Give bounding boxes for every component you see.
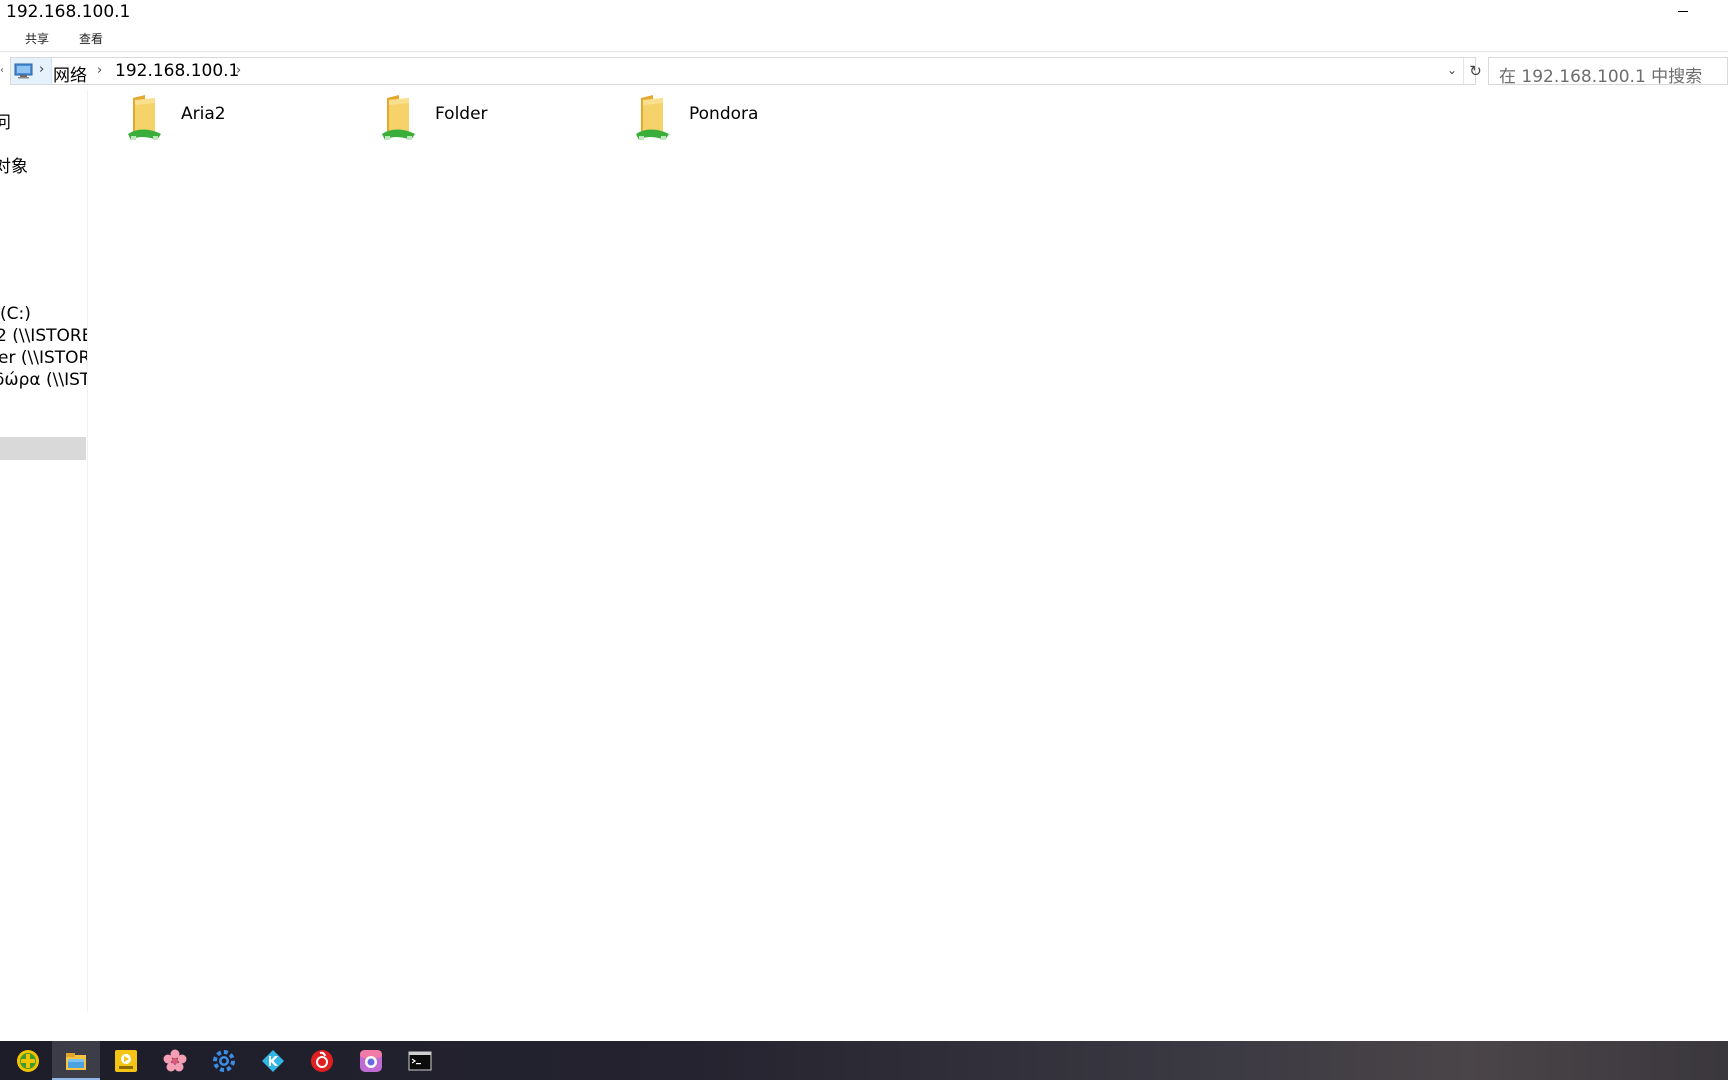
shared-folder-icon	[128, 95, 161, 140]
crumb-host[interactable]: 192.168.100.1	[115, 61, 239, 81]
chevron-right-icon[interactable]: ›	[39, 62, 44, 77]
folder-name: Folder	[435, 104, 488, 124]
file-explorer-icon	[66, 1053, 86, 1070]
taskbar-settings-app[interactable]	[200, 1041, 248, 1080]
folder-item-folder[interactable]: Folder	[381, 94, 611, 150]
taskbar-flower-app[interactable]	[151, 1041, 199, 1080]
nav-item-drive-c[interactable]: (C:)	[0, 304, 87, 324]
taskbar-kodi[interactable]	[249, 1041, 297, 1080]
start-icon	[17, 1050, 39, 1072]
netease-music-icon	[311, 1050, 333, 1072]
taskbar-player[interactable]	[102, 1041, 150, 1080]
tab-view[interactable]: 查看	[79, 30, 103, 47]
up-caret-icon[interactable]: ‹	[0, 65, 4, 76]
minimize-button[interactable]	[1660, 0, 1706, 26]
nav-item-desktop[interactable]: i	[0, 130, 87, 150]
taskbar-terminal[interactable]	[396, 1041, 444, 1080]
shared-folder-icon	[636, 95, 669, 140]
nav-item-3d-objects[interactable]: 对象	[0, 152, 87, 177]
player-icon	[115, 1050, 137, 1072]
title-bar: 192.168.100.1	[0, 0, 1728, 28]
folder-item-aria2[interactable]: Aria2	[127, 94, 357, 150]
camera-app-icon	[360, 1050, 382, 1072]
kodi-icon	[262, 1050, 284, 1072]
nav-item-network-drive-folder[interactable]: er (\\ISTOR	[0, 348, 87, 368]
taskbar-netease-music[interactable]	[298, 1041, 346, 1080]
address-row: ‹ › 网络 › 192.168.100.1 › ⌄ ↻ 在 192.168.1…	[0, 55, 1728, 89]
refresh-button[interactable]: ↻	[1463, 58, 1487, 84]
chevron-down-icon[interactable]: ⌄	[1447, 63, 1457, 77]
flower-app-icon	[163, 1049, 187, 1072]
taskbar	[0, 1041, 1728, 1080]
folder-item-pondora[interactable]: Pondora	[635, 94, 865, 150]
search-placeholder: 在 192.168.100.1 中搜索	[1499, 67, 1703, 87]
terminal-icon	[408, 1051, 432, 1071]
settings-gear-icon	[213, 1050, 235, 1072]
taskbar-start[interactable]	[4, 1041, 52, 1080]
crumb-network[interactable]: 网络	[53, 61, 87, 86]
computer-icon	[14, 63, 33, 79]
nav-item-network-drive-aria2[interactable]: 2 (\\ISTOREI	[0, 326, 87, 346]
folder-name: Aria2	[181, 104, 226, 124]
window-title: 192.168.100.1	[6, 2, 131, 22]
ribbon: 共享 查看	[0, 28, 1728, 52]
taskbar-camera-app[interactable]	[347, 1041, 395, 1080]
shared-folder-icon	[382, 95, 415, 140]
address-bar[interactable]: › 网络 › 192.168.100.1 › ⌄ ↻	[10, 57, 1482, 86]
taskbar-file-explorer[interactable]	[52, 1041, 100, 1080]
search-input[interactable]: 在 192.168.100.1 中搜索	[1488, 57, 1728, 87]
chevron-right-icon[interactable]: ›	[236, 63, 241, 78]
navigation-pane: 问 i 对象 (C:) 2 (\\ISTOREI er (\\ISTOR δώρ…	[0, 90, 88, 1012]
nav-item-network-drive-pondora[interactable]: δώρα (\\IST	[0, 370, 87, 390]
nav-selected-highlight	[0, 437, 86, 460]
file-list: Aria2 Folder Pondora	[89, 90, 1728, 1012]
folder-name: Pondora	[689, 104, 759, 124]
tab-share[interactable]: 共享	[25, 30, 49, 47]
chevron-right-icon[interactable]: ›	[97, 63, 102, 78]
this-pc-crumb[interactable]: ›	[11, 58, 52, 84]
